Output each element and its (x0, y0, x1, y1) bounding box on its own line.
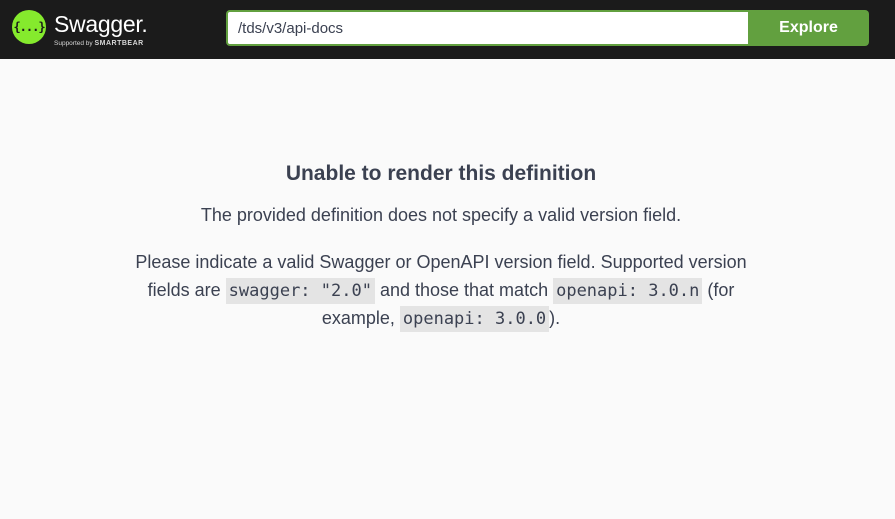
logo-tagline: Supported by SMARTBEAR (54, 40, 144, 48)
api-url-input[interactable] (226, 10, 748, 46)
error-title: Unable to render this definition (285, 162, 597, 185)
error-detail-text-2: and those that match (379, 280, 549, 300)
error-detail-text-4: ). (549, 308, 561, 328)
code-openapi-version: openapi: 3.0.n (553, 278, 703, 304)
code-swagger-version: swagger: "2.0" (225, 278, 375, 304)
logo-tagline-prefix: Supported by (54, 40, 93, 47)
logo-name: Swagger. (54, 11, 148, 37)
explore-button[interactable]: Explore (748, 10, 869, 46)
swagger-logo-icon: {...} (12, 10, 46, 44)
topbar: {...} Swagger. Supported by SMARTBEAR Ex… (0, 0, 895, 59)
logo-tagline-brand: SMARTBEAR (94, 40, 144, 47)
error-panel: Unable to render this definition The pro… (0, 150, 882, 332)
swagger-logo[interactable]: {...} Swagger. Supported by SMARTBEAR (12, 10, 162, 50)
error-message: The provided definition does not specify… (200, 205, 682, 225)
code-openapi-example: openapi: 3.0.0 (399, 306, 550, 332)
error-detail: Please indicate a valid Swagger or OpenA… (131, 248, 751, 332)
